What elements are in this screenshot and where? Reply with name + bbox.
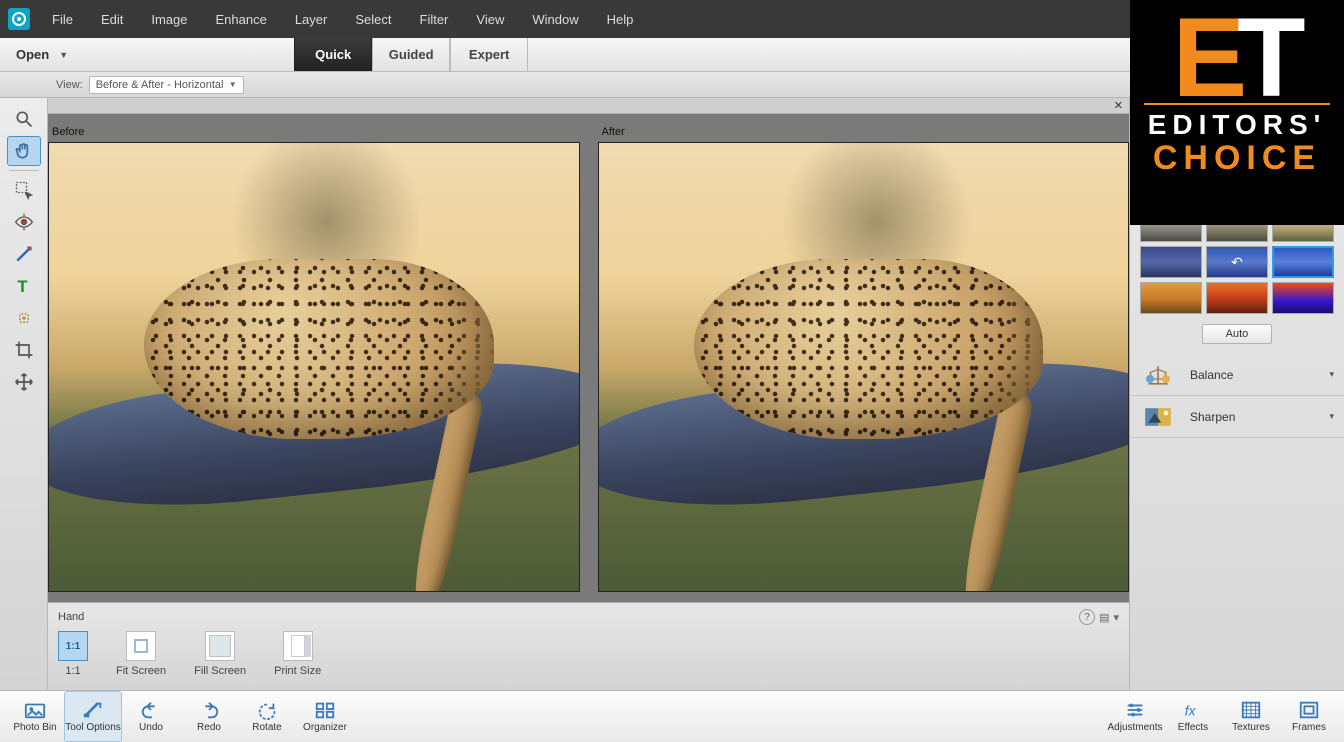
tool-separator (9, 170, 39, 171)
quick-select-tool[interactable] (7, 175, 41, 205)
adjustments-button[interactable]: Adjustments (1106, 691, 1164, 742)
et-e-icon: E (1172, 8, 1243, 109)
after-canvas[interactable] (598, 142, 1130, 592)
caret-down-icon: ▼ (59, 50, 68, 60)
svg-text:fx: fx (1185, 704, 1197, 719)
reset-icon: ↶ (1207, 247, 1267, 277)
rotate-button[interactable]: Rotate (238, 691, 296, 742)
app-logo (0, 0, 38, 38)
et-divider (1144, 103, 1330, 105)
menu-view[interactable]: View (462, 0, 518, 38)
move-tool[interactable] (7, 367, 41, 397)
view-label: View: (56, 79, 83, 91)
saturation-presets: ↶ (1130, 210, 1344, 324)
opt-1to1[interactable]: 1:1 1:1 (58, 631, 88, 677)
fit-screen-icon (126, 631, 156, 661)
chevron-down-icon: ▾ (1329, 411, 1334, 422)
preset-thumb[interactable] (1272, 282, 1334, 314)
frames-button[interactable]: Frames (1280, 691, 1338, 742)
section-sharpen-label: Sharpen (1190, 410, 1235, 424)
workspace: ✕ Before After Hand (48, 98, 1129, 690)
after-label: After (598, 124, 1130, 142)
before-label: Before (48, 124, 580, 142)
preset-thumb[interactable] (1206, 282, 1268, 314)
canvas-row: Before After (48, 114, 1129, 602)
tool-options-title: Hand (58, 611, 84, 623)
view-selected: Before & After - Horizontal (96, 79, 224, 91)
et-t-icon: T (1237, 8, 1301, 109)
preset-thumb[interactable] (1140, 246, 1202, 278)
view-select[interactable]: Before & After - Horizontal ▼ (89, 76, 244, 94)
undo-button[interactable]: Undo (122, 691, 180, 742)
organizer-button[interactable]: Organizer (296, 691, 354, 742)
help-icon[interactable]: ? (1079, 609, 1095, 625)
tab-guided[interactable]: Guided (372, 38, 450, 71)
balance-icon (1140, 362, 1176, 388)
opt-fill-screen[interactable]: Fill Screen (194, 631, 246, 677)
one-to-one-icon: 1:1 (58, 631, 88, 661)
section-balance[interactable]: Balance ▾ (1130, 354, 1344, 396)
after-column: After (598, 124, 1130, 592)
preset-thumb-selected[interactable] (1272, 246, 1334, 278)
auto-button[interactable]: Auto (1202, 324, 1272, 344)
document-tab-strip: ✕ (48, 98, 1129, 114)
panel-menu-icon[interactable]: ▤ (1099, 611, 1109, 624)
menu-help[interactable]: Help (593, 0, 648, 38)
whiten-tool[interactable] (7, 239, 41, 269)
editors-text: EDITORS' (1148, 109, 1327, 141)
menu-window[interactable]: Window (518, 0, 592, 38)
menu-layer[interactable]: Layer (281, 0, 342, 38)
redeye-tool[interactable] (7, 207, 41, 237)
mode-tabs: Quick Guided Expert (294, 38, 528, 71)
print-size-icon (283, 631, 313, 661)
preset-thumb[interactable] (1140, 282, 1202, 314)
textures-button[interactable]: Textures (1222, 691, 1280, 742)
open-label: Open (16, 47, 49, 62)
section-balance-label: Balance (1190, 368, 1233, 382)
preset-reset[interactable]: ↶ (1206, 246, 1268, 278)
crop-tool[interactable] (7, 335, 41, 365)
fill-screen-icon (205, 631, 235, 661)
redo-button[interactable]: Redo (180, 691, 238, 742)
menu-image[interactable]: Image (137, 0, 201, 38)
zoom-tool[interactable] (7, 104, 41, 134)
close-icon[interactable]: ✕ (1114, 99, 1123, 112)
open-button[interactable]: Open ▼ (0, 38, 94, 71)
tab-expert[interactable]: Expert (450, 38, 528, 71)
opt-print-size[interactable]: Print Size (274, 631, 321, 677)
sharpen-icon (1140, 404, 1176, 430)
menu-select[interactable]: Select (341, 0, 405, 38)
et-logo: E T (1172, 0, 1301, 109)
opt-fit-screen[interactable]: Fit Screen (116, 631, 166, 677)
photo-bin-button[interactable]: Photo Bin (6, 691, 64, 742)
bottom-bar: Photo Bin Tool Options Undo Redo Rotate … (0, 690, 1344, 742)
before-canvas[interactable] (48, 142, 580, 592)
editors-choice-badge: E T EDITORS' CHOICE (1130, 0, 1344, 225)
menu-edit[interactable]: Edit (87, 0, 137, 38)
tool-options-panel: Hand ? ▤ ▾ 1:1 1:1 Fit Screen F (48, 602, 1129, 690)
effects-button[interactable]: fx Effects (1164, 691, 1222, 742)
caret-down-icon: ▼ (229, 80, 237, 89)
svg-text:T: T (17, 277, 27, 296)
chevron-down-icon: ▾ (1329, 369, 1334, 380)
spot-heal-tool[interactable] (7, 303, 41, 333)
text-tool[interactable]: T (7, 271, 41, 301)
menu-file[interactable]: File (38, 0, 87, 38)
hand-tool[interactable] (7, 136, 41, 166)
menu-enhance[interactable]: Enhance (202, 0, 281, 38)
tool-options-button[interactable]: Tool Options (64, 691, 122, 742)
menu-filter[interactable]: Filter (406, 0, 463, 38)
tab-quick[interactable]: Quick (294, 38, 372, 71)
before-column: Before (48, 124, 580, 592)
collapse-icon[interactable]: ▾ (1113, 611, 1119, 624)
toolbar-left: T (0, 98, 48, 690)
choice-text: CHOICE (1153, 139, 1321, 178)
section-sharpen[interactable]: Sharpen ▾ (1130, 396, 1344, 438)
